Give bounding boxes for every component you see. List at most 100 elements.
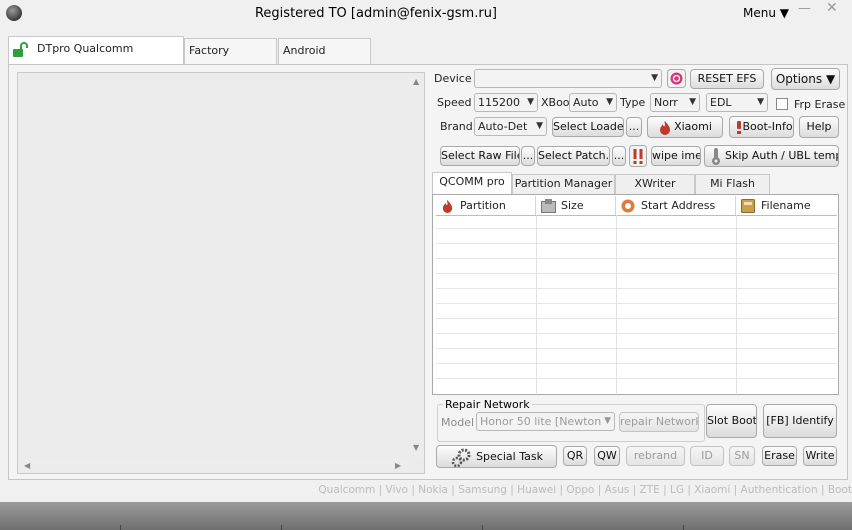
type-select[interactable]: Norr ▼ (650, 93, 700, 112)
special-task-button[interactable]: Special Task (436, 445, 557, 468)
window-title: Registered TO [admin@fenix-gsm.ru] (254, 6, 498, 21)
grid-column-line (616, 215, 617, 393)
scroll-down-icon[interactable]: ▼ (413, 443, 419, 452)
tab-qcomm-pro[interactable]: QCOMM pro (432, 172, 512, 194)
tab-android-general[interactable]: Android General (278, 38, 371, 81)
speed-select[interactable]: 115200 ▼ (474, 93, 538, 112)
boot-info-icon (737, 121, 741, 134)
chevron-down-icon: ▼ (604, 416, 611, 426)
help-button[interactable]: Help (799, 116, 839, 138)
tab-mi-flash[interactable]: Mi Flash (695, 174, 770, 194)
speed-label: Speed (437, 96, 472, 109)
id-button[interactable]: ID (690, 446, 724, 466)
select-patch-browse-button[interactable]: ... (612, 146, 626, 166)
xboot-select[interactable]: Auto ▼ (569, 93, 617, 112)
partition-grid[interactable] (432, 194, 839, 395)
menu-button[interactable]: Menu ▼ (743, 6, 789, 20)
chevron-down-icon: ▼ (689, 97, 696, 107)
brand-label: Brand (440, 120, 473, 133)
type-label: Type (620, 96, 646, 109)
tab-xwriter[interactable]: XWriter (615, 174, 695, 194)
log-vertical-scrollbar[interactable]: ▲ ▼ (409, 73, 424, 458)
column-title: Size (561, 199, 584, 212)
file-icon (741, 199, 755, 213)
flame-icon (442, 199, 453, 213)
write-button[interactable]: Write (803, 446, 837, 466)
repair-network-button[interactable]: repair Network (619, 412, 699, 432)
mode-select[interactable]: EDL ▼ (706, 93, 768, 112)
grid-row-line (436, 348, 837, 349)
chevron-down-icon: ▼ (757, 97, 764, 107)
status-separator (683, 525, 684, 530)
boot-info-button[interactable]: Boot-Info (729, 116, 794, 138)
erase-button[interactable]: Erase (762, 446, 797, 466)
select-patch-button[interactable]: Select Patch.. (537, 146, 610, 166)
grid-row-line (436, 288, 837, 289)
model-value: Honor 50 lite [Newton (480, 415, 602, 428)
column-header-size[interactable]: Size (537, 196, 616, 216)
status-separator (482, 525, 483, 530)
gears-icon (451, 448, 471, 467)
grid-row-line (436, 258, 837, 259)
skip-auth-button[interactable]: Skip Auth / UBL temp (704, 145, 839, 167)
chevron-down-icon: ▼ (606, 97, 613, 107)
column-header-partition[interactable]: Partition (436, 196, 536, 216)
special-task-label: Special Task (476, 450, 543, 463)
fb-identify-button[interactable]: [FB] Identify (763, 404, 837, 438)
select-loader-button[interactable]: Select Loader (552, 117, 624, 137)
chevron-down-icon: ▼ (527, 97, 534, 107)
tab-dtpro-qualcomm-activation[interactable]: DTpro Qualcomm Activation (8, 36, 184, 79)
model-select[interactable]: Honor 50 lite [Newton ▼ (476, 412, 615, 431)
alert-icon[interactable] (629, 145, 647, 167)
slot-boot-button[interactable]: Slot Boot (706, 404, 757, 438)
options-button[interactable]: Options ▼ (771, 68, 840, 90)
footer-links[interactable]: Qualcomm | Vivo | Nokia | Samsung | Huaw… (0, 484, 852, 496)
brand-value: Auto-Det (478, 120, 528, 133)
xboot-value: Auto (573, 96, 599, 109)
status-separator (281, 525, 282, 530)
select-loader-browse-button[interactable]: ... (626, 117, 642, 137)
device-label: Device (434, 72, 472, 85)
grid-row-line (436, 318, 837, 319)
qw-button[interactable]: QW (594, 446, 620, 466)
reset-efs-button[interactable]: RESET EFS (690, 69, 764, 89)
model-label: Model (441, 416, 475, 429)
type-value: Norr (654, 96, 678, 109)
grid-row-line (436, 273, 837, 274)
xiaomi-label: Xiaomi (674, 120, 712, 133)
wipe-imei-button[interactable]: wipe imei (651, 146, 701, 166)
key-icon (712, 148, 720, 165)
sn-button[interactable]: SN (729, 446, 755, 466)
log-horizontal-scrollbar[interactable]: ◀ ▶ (18, 458, 409, 473)
frp-erase-checkbox[interactable] (776, 98, 788, 110)
speed-value: 115200 (478, 96, 520, 109)
scroll-up-icon[interactable]: ▲ (413, 77, 419, 86)
grid-column-line (536, 215, 537, 393)
minimize-icon[interactable]: — (798, 1, 811, 16)
rebrand-button[interactable]: rebrand (626, 446, 685, 466)
select-raw-file-button[interactable]: Select Raw File (440, 146, 520, 166)
close-icon[interactable]: ✕ (826, 0, 838, 16)
scroll-right-icon[interactable]: ▶ (395, 461, 401, 470)
device-select[interactable]: ▼ (474, 69, 662, 88)
grid-header-divider (436, 215, 837, 216)
tab-partition-manager[interactable]: Partition Manager (512, 174, 615, 194)
log-output[interactable] (17, 72, 425, 474)
column-header-start-address[interactable]: Start Address (617, 196, 736, 216)
brand-select[interactable]: Auto-Det ▼ (474, 117, 547, 136)
select-raw-file-browse-button[interactable]: ... (521, 146, 535, 166)
grid-column-line (736, 215, 737, 393)
refresh-device-icon[interactable] (667, 69, 686, 88)
grid-row-line (436, 378, 837, 379)
scroll-left-icon[interactable]: ◀ (24, 461, 30, 470)
grid-row-line (436, 228, 837, 229)
column-header-filename[interactable]: Filename (737, 196, 837, 216)
boot-info-label: Boot-Info (742, 120, 793, 133)
frp-erase-label: Frp Erase (794, 98, 846, 111)
grid-row-line (436, 363, 837, 364)
qr-button[interactable]: QR (563, 446, 587, 466)
column-title: Start Address (641, 199, 716, 212)
xiaomi-button[interactable]: Xiaomi (647, 116, 723, 138)
unlock-icon (13, 42, 28, 57)
tab-factory-partition[interactable]: Factory Partition (184, 38, 277, 81)
